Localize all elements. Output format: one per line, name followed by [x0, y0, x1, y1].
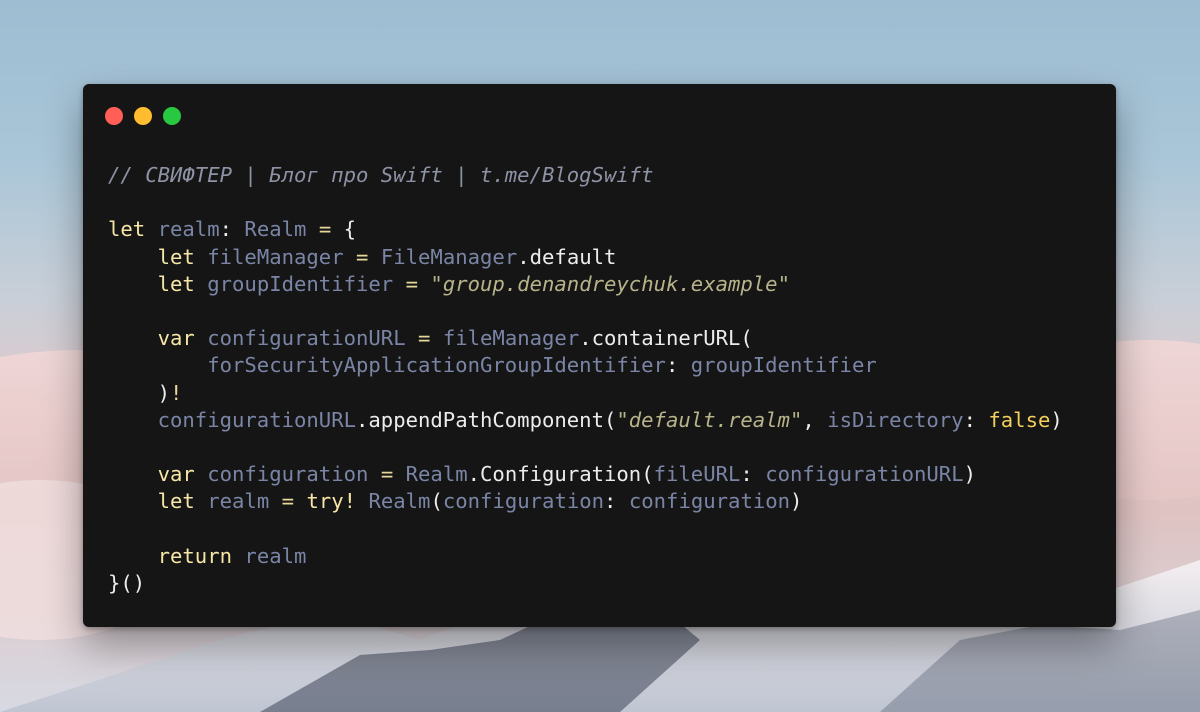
code-line-12: var configuration = Realm.Configuration(…	[157, 462, 977, 487]
zoom-button[interactable]	[163, 107, 181, 125]
code-line-5: let groupIdentifier = "group.denandreych…	[157, 271, 790, 296]
code-line-4: let fileManager = FileManager.default	[157, 244, 617, 269]
code-window: // СВИФТЕР | Блог про Swift | t.me/BlogS…	[83, 84, 1116, 627]
code-line-7: var configurationURL = fileManager.conta…	[157, 326, 753, 351]
code-line-13: let realm = try! Realm(configuration: co…	[157, 489, 803, 514]
code-line-8: forSecurityApplicationGroupIdentifier: g…	[207, 353, 877, 378]
code-line-9: )!	[157, 380, 183, 405]
minimize-button[interactable]	[134, 107, 152, 125]
code-block: // СВИФТЕР | Блог про Swift | t.me/BlogS…	[108, 162, 1063, 597]
code-line-3: let realm: Realm = {	[108, 217, 357, 242]
code-line-16: }()	[108, 570, 146, 595]
code-line-comment: // СВИФТЕР | Блог про Swift | t.me/BlogS…	[108, 163, 654, 187]
close-button[interactable]	[105, 107, 123, 125]
code-line-10: configurationURL.appendPathComponent("de…	[157, 407, 1063, 432]
window-controls	[105, 107, 181, 125]
code-line-15: return realm	[157, 543, 307, 568]
